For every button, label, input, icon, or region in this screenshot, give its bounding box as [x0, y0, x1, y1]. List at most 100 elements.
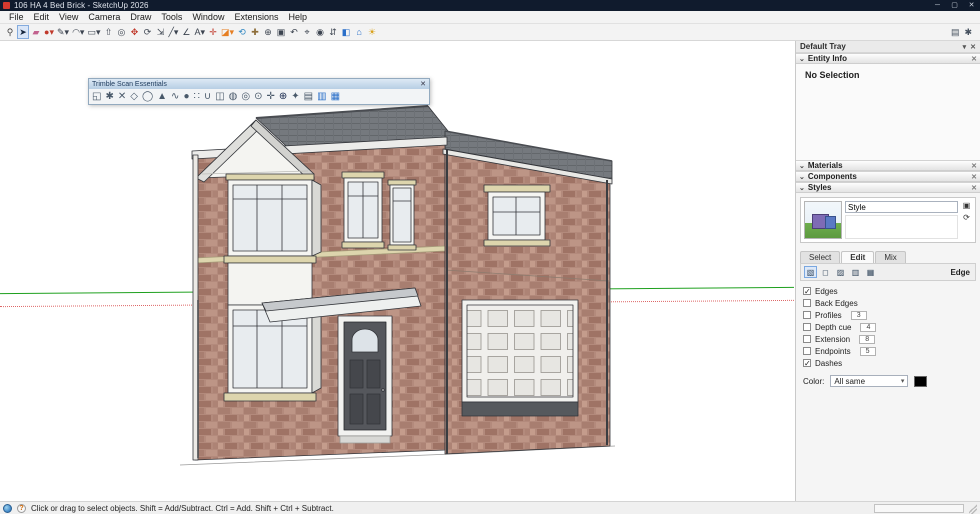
face-settings-icon[interactable]: ◻: [819, 266, 832, 278]
tape-measure-tool[interactable]: ╱▾: [167, 25, 179, 39]
rotate-tool[interactable]: ⟳: [141, 25, 153, 39]
offset-tool[interactable]: ◎: [115, 25, 127, 39]
shadows-icon[interactable]: ☀: [366, 25, 378, 39]
tray-close-icon[interactable]: ✕: [970, 43, 976, 51]
arc-tool[interactable]: ◠▾: [71, 25, 85, 39]
rectangle-tool[interactable]: ▭▾: [86, 25, 101, 39]
zoom-extents-tool[interactable]: ▣: [275, 25, 287, 39]
help-question-icon[interactable]: ?: [17, 504, 26, 513]
tray-pin-icon[interactable]: ▾: [963, 43, 967, 51]
section-plane-tool[interactable]: ◪▾: [220, 25, 235, 39]
blob-tool-icon[interactable]: ∿: [171, 90, 179, 104]
background-settings-icon[interactable]: ▨: [834, 266, 847, 278]
create-style-icon[interactable]: ▣: [963, 201, 971, 210]
pan-tool[interactable]: ✚: [249, 25, 261, 39]
styles-icon[interactable]: ◧: [340, 25, 352, 39]
menu-extensions[interactable]: Extensions: [229, 12, 283, 22]
look-around-tool[interactable]: ◉: [314, 25, 326, 39]
section-header-entity-info[interactable]: ⌄ Entity Info ✕: [796, 53, 980, 64]
styles-close-icon[interactable]: ✕: [971, 184, 977, 192]
circle-b-icon[interactable]: ◎: [241, 90, 250, 104]
resize-grip[interactable]: [969, 502, 977, 514]
styles-tab-edit[interactable]: Edit: [841, 251, 874, 263]
protractor-tool[interactable]: ∠: [180, 25, 192, 39]
target-icon[interactable]: ⊕: [279, 90, 287, 104]
push-pull-tool[interactable]: ⇧: [102, 25, 114, 39]
checkbox-profiles[interactable]: [803, 311, 811, 319]
checkbox-back-edges[interactable]: [803, 299, 811, 307]
layers-a-icon[interactable]: ▤: [304, 90, 313, 104]
polygon-tool-icon[interactable]: ◇: [130, 90, 138, 104]
endpoints-value-input[interactable]: 5: [860, 347, 876, 356]
layers-c-icon[interactable]: ▦: [331, 90, 340, 104]
settings-gear-icon[interactable]: ✱: [105, 90, 113, 104]
upper-bay-window[interactable]: [224, 174, 321, 263]
checkbox-extension[interactable]: [803, 335, 811, 343]
scan-essentials-toolbar[interactable]: Trimble Scan Essentials ✕ ◱ ✱ ✕ ◇ ◯: [88, 78, 430, 105]
close-scan-icon[interactable]: ✕: [118, 90, 126, 104]
garage-door[interactable]: [462, 300, 578, 416]
plane-fit-icon[interactable]: ◫: [215, 90, 224, 104]
minimize-button[interactable]: ─: [929, 0, 946, 11]
side-window[interactable]: [484, 185, 550, 246]
menu-window[interactable]: Window: [187, 12, 229, 22]
menu-help[interactable]: Help: [283, 12, 312, 22]
entity-info-close-icon[interactable]: ✕: [971, 55, 977, 63]
section-header-components[interactable]: ⌄ Components ✕: [796, 171, 980, 182]
modeling-settings-icon[interactable]: ▦: [864, 266, 877, 278]
magnet-icon[interactable]: ∪: [204, 90, 211, 104]
menu-view[interactable]: View: [54, 12, 83, 22]
scan-toolbar-close-icon[interactable]: ✕: [420, 80, 426, 88]
checkbox-depth-cue[interactable]: [803, 323, 811, 331]
measurements-box[interactable]: [874, 504, 964, 513]
menu-draw[interactable]: Draw: [125, 12, 156, 22]
scan-toolbar-titlebar[interactable]: Trimble Scan Essentials ✕: [89, 79, 429, 89]
menu-tools[interactable]: Tools: [156, 12, 187, 22]
cone-tool-icon[interactable]: ▲: [157, 90, 167, 104]
paint-bucket-tool[interactable]: ●▾: [43, 25, 55, 39]
checkbox-endpoints[interactable]: [803, 347, 811, 355]
watermark-settings-icon[interactable]: ▥: [849, 266, 862, 278]
points-icon[interactable]: ∷: [193, 90, 199, 104]
extension-value-input[interactable]: 8: [859, 335, 875, 344]
house-model[interactable]: [140, 100, 640, 480]
cylinder-tool-icon[interactable]: ◯: [142, 90, 153, 104]
materials-close-icon[interactable]: ✕: [971, 162, 977, 170]
maximize-button[interactable]: ▢: [946, 0, 963, 11]
section-header-materials[interactable]: ⌄ Materials ✕: [796, 160, 980, 171]
menu-edit[interactable]: Edit: [29, 12, 55, 22]
zoom-tool[interactable]: ⊕: [262, 25, 274, 39]
snap-icon[interactable]: ✛: [267, 90, 275, 104]
eraser-tool[interactable]: ▰: [30, 25, 42, 39]
axes-tool[interactable]: ✛: [207, 25, 219, 39]
checkbox-edges[interactable]: ✓: [803, 287, 811, 295]
walk-tool[interactable]: ⇵: [327, 25, 339, 39]
styles-tab-mix[interactable]: Mix: [875, 251, 905, 263]
layers-b-icon[interactable]: ▥: [317, 90, 326, 104]
menu-file[interactable]: File: [4, 12, 29, 22]
components-close-icon[interactable]: ✕: [971, 173, 977, 181]
circle-c-icon[interactable]: ⊙: [254, 90, 262, 104]
sphere-tool-icon[interactable]: ●: [183, 90, 189, 104]
search-tool[interactable]: ⚲: [4, 25, 16, 39]
style-description-field[interactable]: [845, 215, 958, 239]
corner-window[interactable]: [388, 180, 416, 250]
previous-view-tool[interactable]: ↶: [288, 25, 300, 39]
edge-settings-icon[interactable]: ▧: [804, 266, 817, 278]
position-camera-tool[interactable]: ⌖: [301, 25, 313, 39]
folder-icon[interactable]: ◱: [92, 90, 101, 104]
close-button[interactable]: ✕: [963, 0, 980, 11]
edge-color-swatch[interactable]: [914, 376, 927, 387]
front-door[interactable]: [338, 316, 392, 443]
styles-tab-select[interactable]: Select: [800, 251, 840, 263]
upstairs-window[interactable]: [342, 172, 384, 248]
depth-cue-value-input[interactable]: 4: [860, 323, 876, 332]
style-name-input[interactable]: [845, 201, 958, 213]
viewport-3d[interactable]: Trimble Scan Essentials ✕ ◱ ✱ ✕ ◇ ◯: [0, 41, 795, 501]
update-style-icon[interactable]: ⟳: [963, 213, 970, 222]
text-tool[interactable]: A▾: [193, 25, 206, 39]
profiles-value-input[interactable]: 3: [851, 311, 867, 320]
geolocation-icon[interactable]: [3, 504, 12, 513]
style-thumbnail[interactable]: [804, 201, 842, 239]
wand-icon[interactable]: ✦: [291, 90, 299, 104]
